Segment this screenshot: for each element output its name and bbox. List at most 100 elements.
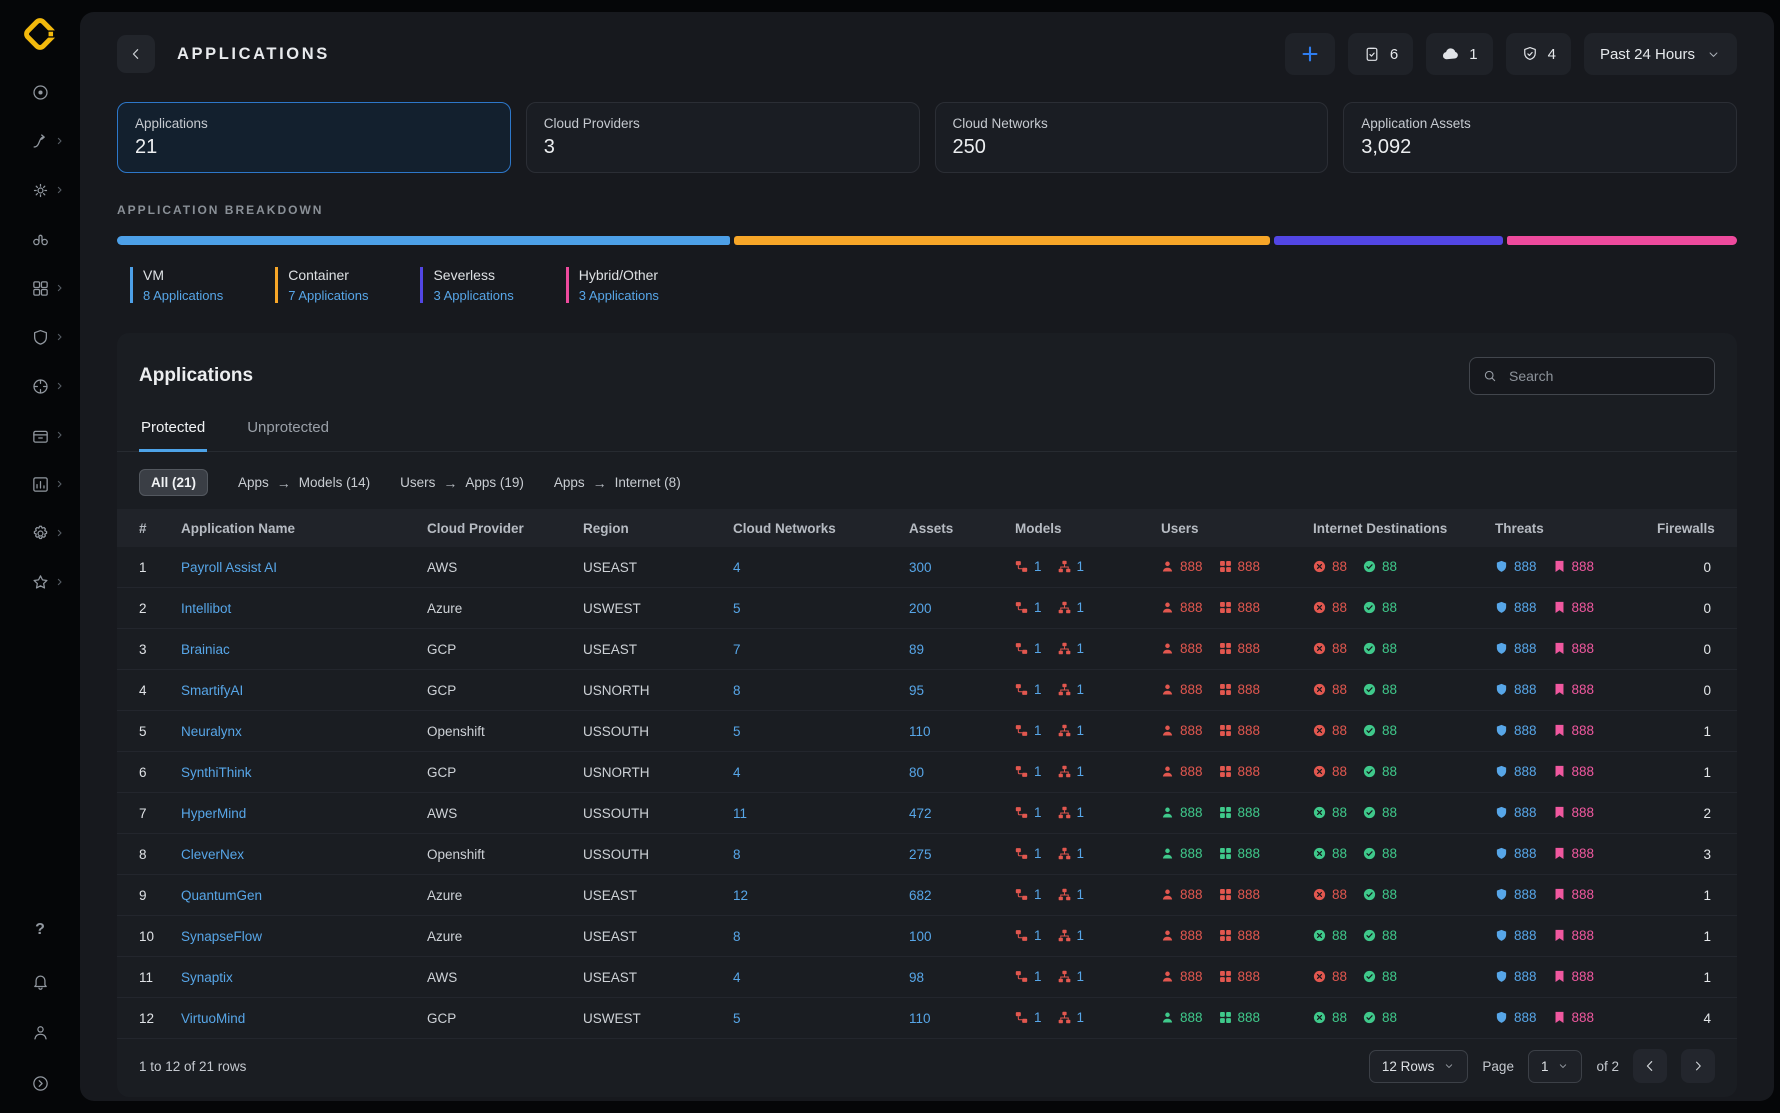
models-count-link[interactable]: 1 — [1077, 600, 1085, 615]
legend-count-link[interactable]: 7 Applications — [288, 288, 368, 303]
rows-per-page-select[interactable]: 12 Rows — [1369, 1050, 1469, 1083]
assets-link[interactable]: 275 — [909, 847, 932, 862]
cloud-networks-link[interactable]: 12 — [733, 888, 748, 903]
search-input[interactable] — [1507, 367, 1702, 385]
models-count-link[interactable]: 1 — [1034, 928, 1042, 943]
assets-link[interactable]: 472 — [909, 806, 932, 821]
sidebar-item-binoculars[interactable] — [16, 221, 64, 257]
tab-unprotected[interactable]: Unprotected — [245, 419, 331, 452]
sidebar-item-shield[interactable] — [16, 319, 64, 355]
models-count-link[interactable]: 1 — [1034, 559, 1042, 574]
models-count-link[interactable]: 1 — [1077, 928, 1085, 943]
legend-count-link[interactable]: 3 Applications — [433, 288, 513, 303]
filter-apps-internet[interactable]: Apps→Internet (8) — [554, 475, 681, 491]
assets-link[interactable]: 98 — [909, 970, 924, 985]
stat-card-cloud-providers[interactable]: Cloud Providers3 — [526, 102, 920, 173]
cloud-networks-link[interactable]: 4 — [733, 560, 741, 575]
application-link[interactable]: HyperMind — [181, 806, 246, 821]
search-box[interactable] — [1469, 357, 1715, 395]
legend-item-container[interactable]: Container7 Applications — [275, 267, 368, 303]
stat-card-cloud-networks[interactable]: Cloud Networks250 — [935, 102, 1329, 173]
back-button[interactable] — [117, 35, 155, 73]
cloud-networks-link[interactable]: 11 — [733, 806, 747, 821]
legend-item-vm[interactable]: VM8 Applications — [130, 267, 223, 303]
application-link[interactable]: CleverNex — [181, 847, 244, 862]
prev-page-button[interactable] — [1633, 1049, 1667, 1083]
assets-link[interactable]: 80 — [909, 765, 924, 780]
cloud-networks-link[interactable]: 8 — [733, 683, 741, 698]
cloud-badge-button[interactable]: 1 — [1426, 33, 1492, 75]
sidebar-item-star[interactable] — [16, 564, 64, 600]
models-count-link[interactable]: 1 — [1034, 846, 1042, 861]
breakdown-segment-severless[interactable] — [1274, 236, 1504, 245]
sidebar-item-flow[interactable] — [16, 123, 64, 159]
models-count-link[interactable]: 1 — [1077, 723, 1085, 738]
stat-card-application-assets[interactable]: Application Assets3,092 — [1343, 102, 1737, 173]
add-button[interactable] — [1285, 33, 1335, 75]
models-count-link[interactable]: 1 — [1077, 846, 1085, 861]
application-link[interactable]: SmartifyAI — [181, 683, 243, 698]
cloud-networks-link[interactable]: 4 — [733, 970, 741, 985]
assets-link[interactable]: 95 — [909, 683, 924, 698]
models-count-link[interactable]: 1 — [1034, 723, 1042, 738]
models-count-link[interactable]: 1 — [1034, 682, 1042, 697]
filter-all[interactable]: All (21) — [139, 469, 208, 496]
application-link[interactable]: Brainiac — [181, 642, 230, 657]
filter-users-apps[interactable]: Users→Apps (19) — [400, 475, 524, 491]
cloud-networks-link[interactable]: 8 — [733, 929, 741, 944]
legend-count-link[interactable]: 8 Applications — [143, 288, 223, 303]
models-count-link[interactable]: 1 — [1077, 641, 1085, 656]
next-page-button[interactable] — [1681, 1049, 1715, 1083]
assets-link[interactable]: 682 — [909, 888, 932, 903]
models-count-link[interactable]: 1 — [1077, 805, 1085, 820]
models-count-link[interactable]: 1 — [1034, 1010, 1042, 1025]
models-count-link[interactable]: 1 — [1034, 805, 1042, 820]
application-link[interactable]: SynapseFlow — [181, 929, 262, 944]
sidebar-item-help[interactable]: ? — [16, 912, 64, 948]
assets-link[interactable]: 300 — [909, 560, 932, 575]
application-link[interactable]: Synaptix — [181, 970, 233, 985]
brand-logo-icon[interactable] — [22, 16, 58, 52]
legend-item-hybrid-other[interactable]: Hybrid/Other3 Applications — [566, 267, 659, 303]
cloud-networks-link[interactable]: 4 — [733, 765, 741, 780]
assets-link[interactable]: 200 — [909, 601, 932, 616]
assets-link[interactable]: 110 — [909, 1011, 931, 1026]
filter-apps-models[interactable]: Apps→Models (14) — [238, 475, 370, 491]
sidebar-item-bell[interactable] — [16, 963, 64, 999]
application-link[interactable]: Payroll Assist AI — [181, 560, 277, 575]
legend-item-severless[interactable]: Severless3 Applications — [420, 267, 513, 303]
sidebar-item-lifebuoy[interactable] — [16, 368, 64, 404]
application-link[interactable]: SynthiThink — [181, 765, 252, 780]
breakdown-segment-hybrid-other[interactable] — [1507, 236, 1737, 245]
clipboard-check-badge-button[interactable]: 6 — [1348, 33, 1413, 75]
sidebar-item-gear[interactable] — [16, 515, 64, 551]
models-count-link[interactable]: 1 — [1034, 887, 1042, 902]
models-count-link[interactable]: 1 — [1077, 764, 1085, 779]
page-select[interactable]: 1 — [1528, 1050, 1583, 1083]
models-count-link[interactable]: 1 — [1077, 969, 1085, 984]
cloud-networks-link[interactable]: 5 — [733, 724, 741, 739]
cloud-networks-link[interactable]: 7 — [733, 642, 741, 657]
legend-count-link[interactable]: 3 Applications — [579, 288, 659, 303]
models-count-link[interactable]: 1 — [1077, 1010, 1085, 1025]
models-count-link[interactable]: 1 — [1077, 682, 1085, 697]
cloud-networks-link[interactable]: 5 — [733, 1011, 741, 1026]
sidebar-item-expand[interactable] — [16, 1065, 64, 1101]
assets-link[interactable]: 100 — [909, 929, 932, 944]
application-link[interactable]: Neuralynx — [181, 724, 242, 739]
models-count-link[interactable]: 1 — [1077, 559, 1085, 574]
time-range-dropdown[interactable]: Past 24 Hours — [1584, 33, 1737, 75]
sidebar-item-grid[interactable] — [16, 270, 64, 306]
cloud-networks-link[interactable]: 8 — [733, 847, 741, 862]
models-count-link[interactable]: 1 — [1034, 641, 1042, 656]
shield-check-badge-button[interactable]: 4 — [1506, 33, 1571, 75]
sidebar-item-radar[interactable] — [16, 74, 64, 110]
sidebar-item-user[interactable] — [16, 1014, 64, 1050]
models-count-link[interactable]: 1 — [1034, 764, 1042, 779]
breakdown-segment-vm[interactable] — [117, 236, 730, 245]
cloud-networks-link[interactable]: 5 — [733, 601, 741, 616]
sidebar-item-archive[interactable] — [16, 417, 64, 453]
models-count-link[interactable]: 1 — [1034, 969, 1042, 984]
application-link[interactable]: VirtuoMind — [181, 1011, 245, 1026]
models-count-link[interactable]: 1 — [1077, 887, 1085, 902]
